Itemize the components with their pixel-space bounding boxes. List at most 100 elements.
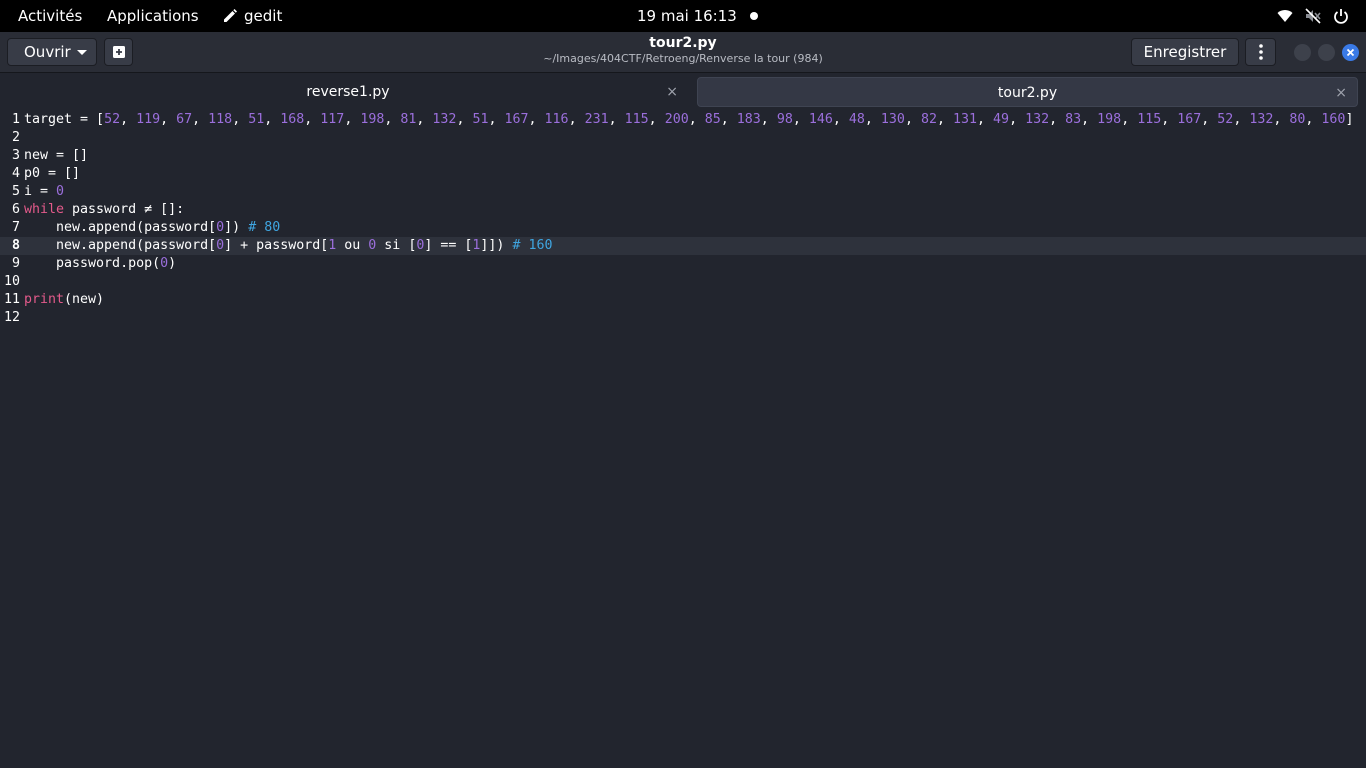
tab-bar: reverse1.py × tour2.py × [0, 73, 1366, 110]
code-token: 82 [920, 112, 937, 127]
code-token: ou [336, 238, 369, 253]
code-token: , [160, 112, 177, 127]
system-top-bar: Activités Applications gedit 19 mai 16:1… [0, 0, 1366, 32]
code-editor[interactable]: 1 target = [52, 119, 67, 118, 51, 168, 11… [0, 110, 1366, 768]
line-number: 3 [11, 148, 20, 163]
code-token: password ≠ []: [64, 202, 185, 217]
code-token: 85 [704, 112, 721, 127]
code-token: 167 [504, 112, 529, 127]
code-line[interactable]: 12 [0, 309, 1366, 327]
code-token: 198 [360, 112, 385, 127]
sound-muted-icon[interactable] [1305, 8, 1321, 24]
activities-button[interactable]: Activités [18, 0, 82, 32]
code-line[interactable]: 2 [0, 129, 1366, 147]
code-token: ] == [ [424, 238, 473, 253]
pencil-icon [224, 9, 237, 22]
code-token: 117 [320, 112, 345, 127]
code-token: , [1009, 112, 1026, 127]
tab-reverse1[interactable]: reverse1.py × [8, 77, 688, 107]
code-token: , [568, 112, 585, 127]
code-token: 52 [1217, 112, 1234, 127]
code-token: 0 [216, 220, 225, 235]
chevron-down-icon [77, 50, 87, 55]
code-line[interactable]: 5 i = 0 [0, 183, 1366, 201]
clock[interactable]: 19 mai 16:13 [637, 0, 737, 32]
code-token: , [384, 112, 401, 127]
code-token: ) [168, 256, 177, 271]
code-token: , [264, 112, 281, 127]
code-text: password.pop(0) [24, 255, 176, 273]
code-token: , [1049, 112, 1066, 127]
new-document-button[interactable] [104, 38, 133, 66]
code-token: 51 [472, 112, 489, 127]
code-text: new.append(password[0] + password[1 ou 0… [24, 237, 552, 255]
code-line[interactable]: 1 target = [52, 119, 67, 118, 51, 168, 11… [0, 111, 1366, 129]
code-token: 48 [848, 112, 865, 127]
code-token: , [936, 112, 953, 127]
code-line[interactable]: 8 new.append(password[0] + password[1 ou… [0, 237, 1366, 255]
app-name: gedit [244, 7, 283, 25]
new-document-icon [112, 46, 125, 58]
code-token: 132 [1025, 112, 1050, 127]
code-token: 67 [176, 112, 193, 127]
wifi-icon[interactable] [1277, 8, 1293, 24]
code-token: while [24, 202, 65, 217]
header-bar: Ouvrir tour2.py ~/Images/404CTF/Retroeng… [0, 32, 1366, 73]
code-token: , [120, 112, 137, 127]
power-icon[interactable] [1333, 8, 1349, 24]
code-token: , [488, 112, 505, 127]
code-text: new = [] [24, 147, 88, 165]
window-subtitle: ~/Images/404CTF/Retroeng/Renverse la tou… [543, 52, 823, 65]
code-token: ]]) [480, 238, 513, 253]
code-token: i = [24, 184, 57, 199]
code-token: , [792, 112, 809, 127]
window-title-area: tour2.py ~/Images/404CTF/Retroeng/Renver… [433, 35, 933, 66]
minimize-button[interactable] [1294, 44, 1311, 61]
line-number: 7 [11, 220, 20, 235]
code-token: , [977, 112, 994, 127]
code-line[interactable]: 10 [0, 273, 1366, 291]
code-token: , [864, 112, 881, 127]
line-number: 12 [3, 310, 20, 325]
code-line[interactable]: 4 p0 = [] [0, 165, 1366, 183]
code-line[interactable]: 7 new.append(password[0]) # 80 [0, 219, 1366, 237]
maximize-button[interactable] [1318, 44, 1335, 61]
close-window-button[interactable] [1342, 44, 1359, 61]
tab-close-icon[interactable]: × [666, 77, 678, 107]
tab-label: tour2.py [997, 85, 1058, 101]
code-token: 132 [432, 112, 457, 127]
code-token: 119 [136, 112, 161, 127]
menu-button[interactable] [1245, 38, 1276, 66]
tab-tour2[interactable]: tour2.py × [697, 77, 1358, 107]
code-token: new.append(password[ [24, 220, 217, 235]
code-token: , [416, 112, 433, 127]
code-line[interactable]: 11 print(new) [0, 291, 1366, 309]
code-text: target = [52, 119, 67, 118, 51, 168, 117… [24, 111, 1353, 129]
code-token: 98 [776, 112, 793, 127]
tab-close-icon[interactable]: × [1335, 78, 1347, 108]
code-text: while password ≠ []: [24, 201, 184, 219]
code-token: 130 [880, 112, 905, 127]
code-token: 167 [1177, 112, 1202, 127]
code-token: 49 [993, 112, 1010, 127]
applications-menu[interactable]: Applications [107, 0, 199, 32]
code-token: 83 [1065, 112, 1082, 127]
code-token: , [1201, 112, 1218, 127]
code-token: , [232, 112, 249, 127]
code-line[interactable]: 6 while password ≠ []: [0, 201, 1366, 219]
open-button[interactable]: Ouvrir [7, 38, 97, 66]
code-line[interactable]: 3 new = [] [0, 147, 1366, 165]
code-token: 146 [808, 112, 833, 127]
code-token: , [456, 112, 473, 127]
save-button[interactable]: Enregistrer [1131, 38, 1239, 66]
code-token: 198 [1097, 112, 1122, 127]
code-token: new = [] [24, 148, 89, 163]
code-line[interactable]: 9 password.pop(0) [0, 255, 1366, 273]
code-token: # 80 [248, 220, 281, 235]
code-token: print [24, 292, 65, 307]
code-token: , [608, 112, 625, 127]
code-token: , [648, 112, 665, 127]
code-token: ]) [224, 220, 249, 235]
kebab-menu-icon [1258, 44, 1263, 60]
app-menu[interactable]: gedit [222, 0, 282, 32]
